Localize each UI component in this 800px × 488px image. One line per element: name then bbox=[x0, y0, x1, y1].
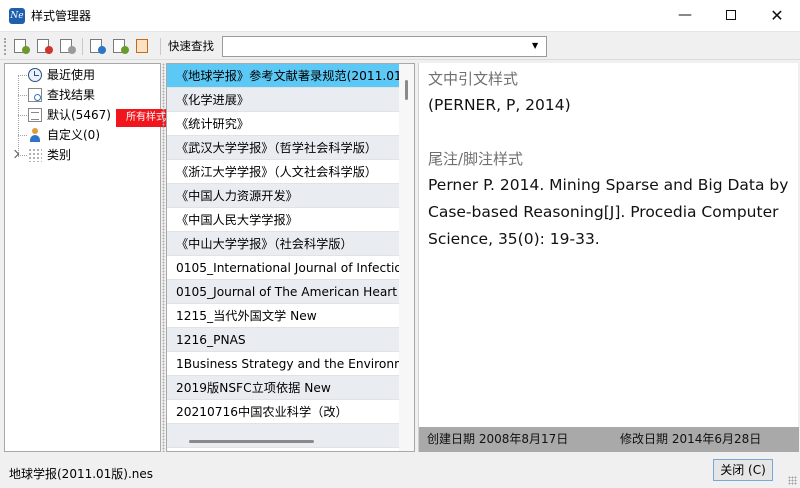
tree-item-label: 查找结果 bbox=[47, 88, 96, 102]
modified-date: 修改日期 2014年6月28日 bbox=[620, 432, 762, 446]
footnote-style-example: Perner P. 2014. Mining Sparse and Big Da… bbox=[428, 176, 789, 248]
status-bar: 地球学报(2011.01版).nes bbox=[0, 456, 800, 488]
export-style-button[interactable] bbox=[109, 36, 131, 57]
intext-style-example: (PERNER, P, 2014) bbox=[428, 96, 571, 114]
export-badge-icon bbox=[121, 46, 129, 54]
list-item[interactable]: 《中国人力资源开发》 bbox=[167, 184, 399, 208]
list-item[interactable]: 《地球学报》参考文献著录规范(2011.01版) bbox=[167, 64, 399, 88]
list-item[interactable]: 1215_当代外国文学 New bbox=[167, 304, 399, 328]
toolbar-grip[interactable] bbox=[4, 38, 7, 55]
new-style-button[interactable] bbox=[10, 36, 32, 57]
maximize-button[interactable] bbox=[708, 0, 754, 31]
tree-item-label: 默认(5467) bbox=[47, 108, 111, 122]
style-list: 《地球学报》参考文献著录规范(2011.01版) 《化学进展》 《统计研究》 《… bbox=[166, 63, 415, 452]
vertical-scrollbar[interactable] bbox=[399, 64, 414, 451]
user-head bbox=[32, 128, 38, 134]
list-item[interactable]: 《统计研究》 bbox=[167, 112, 399, 136]
window-title: 样式管理器 bbox=[31, 9, 92, 23]
dropdown-arrow-icon[interactable]: ▼ bbox=[532, 42, 538, 50]
footnote-style-header: 尾注/脚注样式 bbox=[428, 150, 524, 168]
user-icon bbox=[28, 128, 42, 142]
delete-style-button[interactable] bbox=[33, 36, 55, 57]
list-item[interactable]: 20210716中国农业科学（改） bbox=[167, 400, 399, 424]
list-item[interactable]: 2019版NSFC立项依据 New bbox=[167, 376, 399, 400]
style-preview-panel: 文中引文样式 (PERNER, P, 2014) 尾注/脚注样式 Perner … bbox=[418, 63, 799, 452]
list-item[interactable]: 《化学进展》 bbox=[167, 88, 399, 112]
category-icon bbox=[28, 148, 42, 162]
close-button[interactable]: 关闭 (C) bbox=[713, 459, 773, 481]
quick-search-combobox[interactable] bbox=[222, 36, 547, 57]
list-item[interactable]: 《浙江大学学报》（人文社会科学版） bbox=[167, 160, 399, 184]
tree-item-label: 自定义(0) bbox=[47, 128, 100, 142]
list-item[interactable] bbox=[167, 424, 399, 448]
edit-style-button[interactable] bbox=[132, 36, 154, 57]
toolbar-separator bbox=[82, 38, 83, 55]
toolbar-separator bbox=[160, 38, 161, 55]
resize-grip[interactable] bbox=[788, 476, 797, 485]
status-filename: 地球学报(2011.01版).nes bbox=[9, 467, 154, 481]
search-results-icon bbox=[28, 88, 42, 102]
add-badge-icon bbox=[22, 46, 30, 54]
delete-badge-icon bbox=[45, 46, 53, 54]
list-item[interactable]: 1Business Strategy and the Environment bbox=[167, 352, 399, 376]
list-item[interactable]: 《武汉大学学报》（哲学社会科学版） bbox=[167, 136, 399, 160]
user-body bbox=[30, 135, 40, 142]
list-item[interactable]: 1216_PNAS bbox=[167, 328, 399, 352]
list-item[interactable]: 《中山大学学报》（社会科学版） bbox=[167, 232, 399, 256]
tree-item-label: 最近使用 bbox=[47, 68, 96, 82]
tree-item-recent[interactable]: 最近使用 bbox=[5, 65, 160, 85]
tree-item-custom[interactable]: 自定义(0) bbox=[5, 125, 160, 145]
tree-item-category[interactable]: 类别 bbox=[5, 145, 160, 165]
edit-style-icon bbox=[136, 39, 148, 53]
tree-item-search-results[interactable]: 查找结果 bbox=[5, 85, 160, 105]
clock-icon bbox=[28, 68, 42, 82]
scroll-thumb[interactable] bbox=[405, 80, 408, 100]
minimize-button[interactable]: — bbox=[662, 0, 708, 31]
import-badge-icon bbox=[98, 46, 106, 54]
copy-badge-icon bbox=[68, 46, 76, 54]
list-item[interactable]: 《中国人民大学学报》 bbox=[167, 208, 399, 232]
horizontal-scroll-thumb[interactable] bbox=[189, 440, 314, 443]
close-window-button[interactable]: ✕ bbox=[754, 0, 800, 31]
chevron-right-icon[interactable] bbox=[10, 149, 20, 159]
toolbar: 快速查找 ▼ bbox=[0, 33, 800, 60]
title-bar: Ne 样式管理器 — ✕ bbox=[0, 0, 800, 32]
panel-splitter[interactable] bbox=[162, 63, 165, 452]
tree-item-label: 类别 bbox=[47, 148, 72, 162]
quick-search-label: 快速查找 bbox=[168, 39, 214, 53]
app-icon: Ne bbox=[9, 8, 25, 24]
date-info-bar: 创建日期 2008年8月17日 修改日期 2014年6月28日 bbox=[419, 427, 799, 452]
list-item[interactable]: 0105_International Journal of Infectious… bbox=[167, 256, 399, 280]
created-date: 创建日期 2008年8月17日 bbox=[427, 432, 569, 446]
document-icon bbox=[28, 108, 42, 122]
intext-style-header: 文中引文样式 bbox=[428, 70, 519, 88]
maximize-icon bbox=[726, 10, 736, 20]
copy-style-button[interactable] bbox=[56, 36, 78, 57]
list-item[interactable]: 0105_Journal of The American Heart Assoc… bbox=[167, 280, 399, 304]
import-style-button[interactable] bbox=[86, 36, 108, 57]
